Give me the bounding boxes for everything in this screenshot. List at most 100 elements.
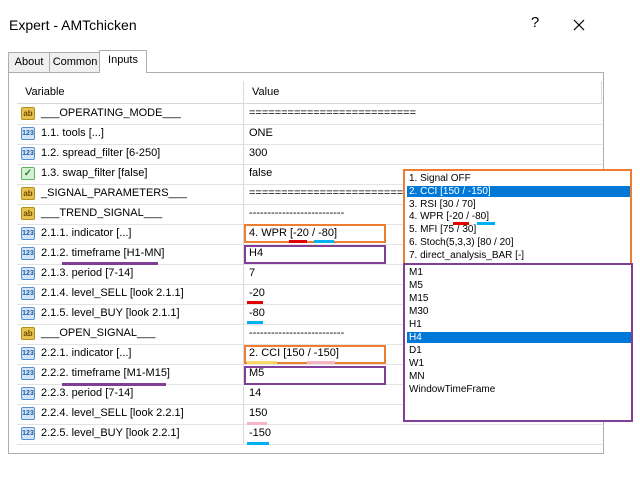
number-type-icon: 123 (21, 267, 35, 280)
variable-cell: 123 2.2.2. timeframe [M1-M15] (17, 364, 244, 384)
column-header-variable[interactable]: Variable (17, 81, 244, 104)
variable-name: ___OPERATING_MODE___ (41, 107, 181, 119)
value-text: 14 (249, 387, 262, 399)
variable-cell: ab _SIGNAL_PARAMETERS___ (17, 184, 244, 204)
number-type-icon: 123 (21, 227, 35, 240)
value-cell[interactable]: -150 (244, 424, 602, 444)
dropdown-option[interactable]: M5 (407, 280, 631, 291)
close-icon (573, 19, 585, 31)
variable-name: 1.1. tools [...] (41, 127, 104, 139)
value-text: 150 (249, 407, 268, 419)
title-bar: Expert - AMTchicken ? (0, 0, 640, 46)
variable-cell: 123 1.2. spread_filter [6-250] (17, 144, 244, 164)
dropdown-option[interactable]: H4 (407, 332, 631, 343)
table-row[interactable]: 123 1.2. spread_filter [6-250] 300 (17, 144, 602, 165)
value-text: ONE (249, 127, 273, 139)
value-text: -80 (249, 307, 265, 319)
column-header-value[interactable]: Value (244, 81, 602, 104)
value-text: false (249, 167, 273, 179)
number-type-icon: 123 (21, 127, 35, 140)
dropdown-option[interactable]: M30 (407, 306, 631, 317)
number-type-icon: 123 (21, 147, 35, 160)
number-type-icon: 123 (21, 427, 35, 440)
value-text: ========================== (249, 107, 417, 119)
mark-red (453, 222, 469, 225)
variable-cell: 123 2.1.3. period [7-14] (17, 264, 244, 284)
dropdown-option[interactable]: W1 (407, 358, 631, 369)
value-text: -------------------------- (249, 327, 345, 339)
window-title: Expert - AMTchicken (9, 17, 137, 33)
help-button[interactable]: ? (525, 14, 545, 36)
variable-name: 2.1.1. indicator [...] (41, 227, 132, 239)
dropdown-option[interactable]: D1 (407, 345, 631, 356)
dropdown-option[interactable]: 4. WPR [-20 / -80] (407, 211, 630, 222)
number-type-icon: 123 (21, 407, 35, 420)
tab-common[interactable]: Common (49, 52, 101, 72)
dropdown-option[interactable]: M1 (407, 267, 631, 278)
tab-about[interactable]: About (8, 52, 50, 72)
variable-name: 2.2.4. level_SELL [look 2.2.1] (41, 407, 184, 419)
table-row[interactable]: ab ___OPERATING_MODE___ ==================… (17, 104, 602, 125)
dropdown-option[interactable]: WindowTimeFrame (407, 384, 631, 395)
dropdown-option[interactable]: 1. Signal OFF (407, 173, 630, 184)
mark-cyan (477, 222, 495, 225)
variable-cell: 123 2.1.2. timeframe [H1-MN] (17, 244, 244, 264)
variable-name: 2.1.5. level_BUY [look 2.1.1] (41, 307, 180, 319)
variable-cell: ab ___OPEN_SIGNAL___ (17, 324, 244, 344)
variable-name: 2.2.2. timeframe [M1-M15] (41, 367, 170, 379)
mark-pink (307, 361, 335, 364)
table-row[interactable]: 123 1.1. tools [...] ONE (17, 124, 602, 145)
variable-cell: 123 2.2.5. level_BUY [look 2.2.1] (17, 424, 244, 444)
dropdown-option[interactable]: 7. direct_analysis_BAR [-] (407, 250, 630, 261)
variable-name: 2.1.2. timeframe [H1-MN] (41, 247, 165, 259)
number-type-icon: 123 (21, 307, 35, 320)
dropdown-option[interactable]: MN (407, 371, 631, 382)
column-header-variable-label: Variable (25, 86, 65, 98)
value-text: -20 (249, 287, 265, 299)
variable-cell: 123 2.2.1. indicator [...] (17, 344, 244, 364)
variable-cell: 123 2.1.4. level_SELL [look 2.1.1] (17, 284, 244, 304)
value-text: 7 (249, 267, 256, 279)
mark-cyan (247, 442, 269, 445)
string-type-icon: ab (21, 327, 35, 340)
close-button[interactable] (567, 13, 591, 37)
variable-name: 1.3. swap_filter [false] (41, 167, 148, 179)
variable-name: ___TREND_SIGNAL___ (41, 207, 163, 219)
variable-name: 2.1.4. level_SELL [look 2.1.1] (41, 287, 184, 299)
tab-inputs[interactable]: Inputs (99, 50, 147, 73)
mark-cyan (314, 240, 334, 243)
mark-yellow (247, 361, 277, 364)
mark-red (247, 301, 263, 304)
mark-pink (247, 422, 267, 425)
variable-cell: 123 2.1.5. level_BUY [look 2.1.1] (17, 304, 244, 324)
value-text: ========================== (249, 187, 417, 199)
variable-cell: ✓ 1.3. swap_filter [false] (17, 164, 244, 184)
dropdown-option[interactable]: H1 (407, 319, 631, 330)
value-text: 300 (249, 147, 268, 159)
number-type-icon: 123 (21, 247, 35, 260)
variable-name: 1.2. spread_filter [6-250] (41, 147, 161, 159)
variable-name: 2.1.3. period [7-14] (41, 267, 134, 279)
column-header-value-label: Value (252, 86, 280, 98)
variable-name: 2.2.5. level_BUY [look 2.2.1] (41, 427, 180, 439)
timeframe-dropdown-list: M1 M5 M15 M30 H1 H4 D1 W1 MN WindowTimeFrame (403, 263, 633, 422)
variable-cell: 123 2.1.1. indicator [...] (17, 224, 244, 244)
number-type-icon: 123 (21, 287, 35, 300)
value-cell[interactable]: ONE (244, 124, 602, 144)
indicator-dropdown-list: 1. Signal OFF 2. CCI [150 / -150] 3. RSI [… (403, 169, 632, 276)
table-row[interactable]: 123 2.2.5. level_BUY [look 2.2.1] -150 (17, 424, 602, 445)
dropdown-option[interactable]: 2. CCI [150 / -150] (407, 185, 630, 197)
variable-name: ___OPEN_SIGNAL___ (41, 327, 156, 339)
dropdown-option[interactable]: M15 (407, 293, 631, 304)
value-cell[interactable]: ========================== (244, 104, 602, 124)
mark-cyan (247, 321, 263, 324)
variable-cell: ab ___OPERATING_MODE___ (17, 104, 244, 124)
variable-cell: 123 2.2.3. period [7-14] (17, 384, 244, 404)
string-type-icon: ab (21, 187, 35, 200)
dropdown-option[interactable]: 5. MFI [75 / 30] (407, 224, 630, 235)
dropdown-option[interactable]: 3. RSI [30 / 70] (407, 199, 630, 210)
string-type-icon: ab (21, 107, 35, 120)
dropdown-option[interactable]: 6. Stoch(5,3,3) [80 / 20] (407, 237, 630, 248)
mark-purple (62, 262, 158, 265)
value-cell[interactable]: 300 (244, 144, 602, 164)
